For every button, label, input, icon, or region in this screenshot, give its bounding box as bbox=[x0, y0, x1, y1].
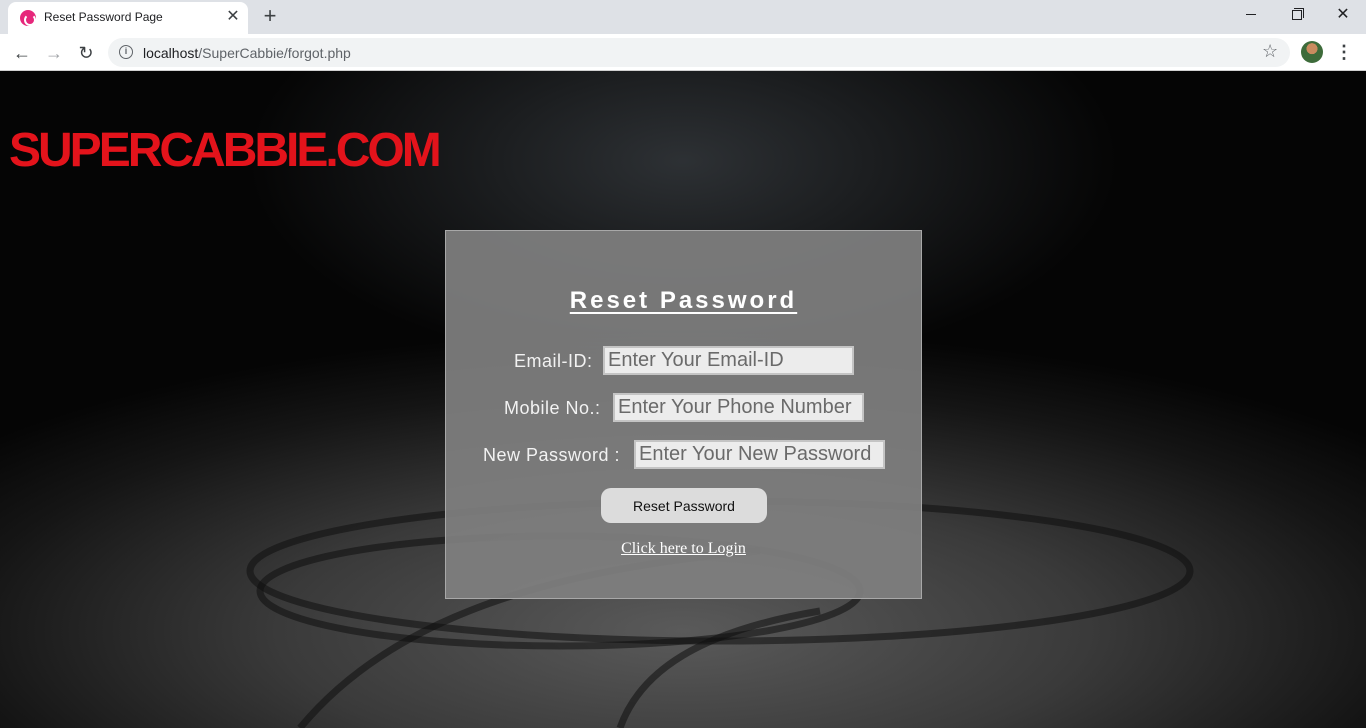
new-tab-button[interactable]: + bbox=[258, 5, 282, 29]
url-host: localhost bbox=[143, 45, 199, 61]
email-row: Email-ID: bbox=[446, 346, 921, 376]
mobile-input[interactable] bbox=[613, 393, 864, 422]
close-window-button[interactable]: ✕ bbox=[1320, 0, 1366, 30]
site-logo[interactable]: SUPERCABBIE.COM bbox=[9, 123, 442, 178]
login-link[interactable]: Click here to Login bbox=[446, 540, 921, 558]
new-password-row: New Password : bbox=[446, 440, 921, 470]
mobile-row: Mobile No.: bbox=[446, 393, 921, 423]
form-title: Reset Password bbox=[569, 287, 798, 314]
site-favicon-icon bbox=[20, 10, 36, 26]
close-tab-icon[interactable]: ✕ bbox=[224, 8, 242, 26]
browser-titlebar: Reset Password Page ✕ + ✕ bbox=[0, 0, 1366, 34]
browser-tab[interactable]: Reset Password Page ✕ bbox=[8, 2, 248, 34]
reset-password-button[interactable]: Reset Password bbox=[601, 488, 767, 523]
restore-window-button[interactable] bbox=[1274, 0, 1320, 30]
minimize-window-button[interactable] bbox=[1228, 0, 1274, 30]
back-arrow-icon[interactable]: ← bbox=[8, 39, 36, 67]
profile-avatar[interactable] bbox=[1301, 41, 1323, 63]
browser-menu-icon[interactable]: ⋮ bbox=[1334, 39, 1354, 67]
new-password-label: New Password : bbox=[483, 445, 621, 465]
url-text[interactable]: localhost/SuperCabbie/forgot.php bbox=[143, 45, 351, 61]
new-password-input[interactable] bbox=[634, 440, 885, 469]
address-bar[interactable]: i localhost/SuperCabbie/forgot.php ☆ bbox=[108, 38, 1290, 67]
reload-icon[interactable]: ↻ bbox=[72, 39, 100, 67]
bookmark-star-icon[interactable]: ☆ bbox=[1262, 41, 1278, 62]
email-label: Email-ID: bbox=[514, 351, 593, 371]
browser-toolbar: ← → ↻ i localhost/SuperCabbie/forgot.php… bbox=[0, 34, 1366, 71]
page-background: SUPERCABBIE.COM Reset Password Email-ID:… bbox=[0, 71, 1366, 728]
mobile-label: Mobile No.: bbox=[504, 398, 601, 418]
site-info-icon[interactable]: i bbox=[119, 45, 133, 59]
forward-arrow-icon[interactable]: → bbox=[40, 39, 68, 67]
url-path: /SuperCabbie/forgot.php bbox=[198, 45, 351, 61]
tab-title: Reset Password Page bbox=[44, 10, 163, 24]
email-input[interactable] bbox=[603, 346, 854, 375]
reset-password-form: Reset Password Email-ID: Mobile No.: New… bbox=[445, 230, 922, 599]
